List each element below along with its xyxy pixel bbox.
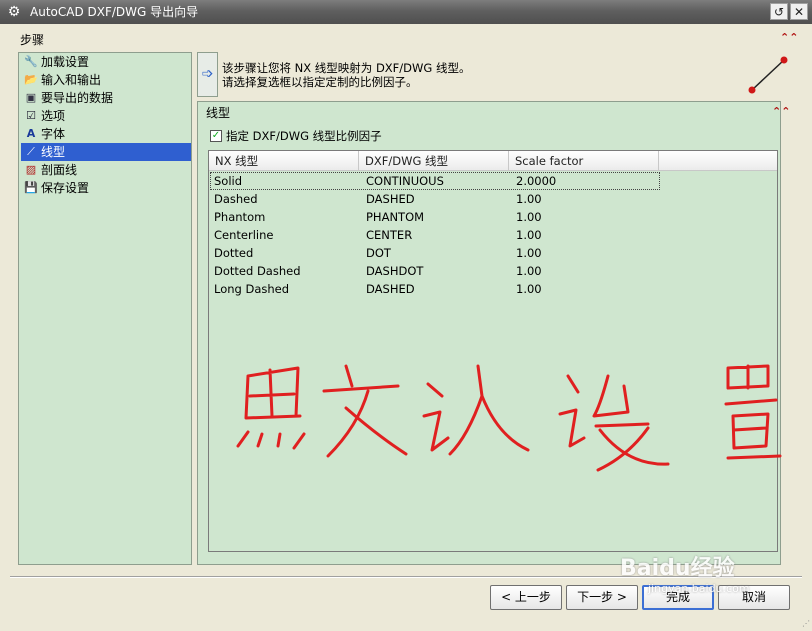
column-header-dxf-linetype[interactable]: DXF/DWG 线型	[359, 151, 509, 171]
table-row[interactable]: Dashed DASHED 1.00	[210, 190, 660, 208]
cell-dxf-linetype: PHANTOM	[366, 210, 425, 224]
description-line: 请选择复选框以指定定制的比例因子。	[222, 75, 418, 89]
close-icon[interactable]: ✕	[790, 3, 808, 20]
steps-heading: 步骤	[20, 33, 45, 47]
header-filler	[659, 151, 777, 171]
hatch-icon: ▨	[25, 163, 37, 176]
baidu-watermark: Baidu经验	[620, 556, 735, 581]
step-label: 剖面线	[41, 163, 78, 177]
cell-nx-linetype: Long Dashed	[214, 282, 290, 296]
cell-scale-factor[interactable]: 1.00	[516, 226, 542, 244]
reset-icon[interactable]: ↺	[770, 3, 788, 20]
cell-dxf-linetype: DASHDOT	[366, 264, 424, 278]
cell-scale-factor[interactable]: 1.00	[516, 262, 542, 280]
line-icon: ⟋	[27, 145, 35, 158]
table-row[interactable]: Centerline CENTER 1.00	[210, 226, 660, 244]
step-hatching[interactable]: ▨ 剖面线	[21, 161, 191, 179]
step-save-settings[interactable]: 💾 保存设置	[21, 179, 191, 197]
cell-dxf-linetype: CONTINUOUS	[366, 174, 444, 188]
step-load-settings[interactable]: 🔧 加载设置	[21, 53, 191, 71]
cell-nx-linetype: Centerline	[214, 228, 274, 242]
baidu-watermark-url: jingyan.baidu.com	[648, 582, 750, 595]
column-header-nx-linetype[interactable]: NX 线型	[209, 151, 359, 171]
step-options[interactable]: ☑ 选项	[21, 107, 191, 125]
step-label: 线型	[41, 145, 66, 159]
collapse-icon[interactable]: ⌃⌃	[780, 32, 798, 44]
step-label: 字体	[41, 127, 66, 141]
scale-factor-checkbox[interactable]: ✓	[210, 130, 222, 142]
table-header: NX 线型 DXF/DWG 线型 Scale factor	[209, 151, 777, 171]
step-label: 保存设置	[41, 181, 90, 195]
cell-scale-factor[interactable]: 1.00	[516, 244, 542, 262]
cell-nx-linetype: Dashed	[214, 192, 258, 206]
step-data-to-export[interactable]: ▣ 要导出的数据	[21, 89, 191, 107]
back-button[interactable]: < 上一步	[490, 585, 562, 610]
cell-dxf-linetype: CENTER	[366, 228, 413, 242]
step-linetypes[interactable]: ⟋ 线型	[21, 143, 191, 161]
table-row[interactable]: Solid CONTINUOUS 2.0000	[210, 172, 660, 190]
cell-nx-linetype: Solid	[214, 174, 243, 188]
title-bar: ⚙ AutoCAD DXF/DWG 导出向导 ↺ ✕	[0, 0, 812, 24]
step-label: 选项	[41, 109, 66, 123]
folder-open-icon: 📂	[24, 73, 38, 86]
step-description: 该步骤让您将 NX 线型映射为 DXF/DWG 线型。 请选择复选框以指定定制的…	[222, 61, 470, 89]
step-label: 加载设置	[41, 55, 90, 69]
table-row[interactable]: Phantom PHANTOM 1.00	[210, 208, 660, 226]
handwritten-annotation	[236, 364, 782, 472]
step-label: 输入和输出	[41, 73, 102, 87]
next-button[interactable]: 下一步 >	[566, 585, 638, 610]
cell-scale-factor[interactable]: 1.00	[516, 280, 542, 298]
linetype-preview-icon	[748, 56, 788, 94]
cell-scale-factor[interactable]: 1.00	[516, 208, 542, 226]
table-row[interactable]: Dotted Dashed DASHDOT 1.00	[210, 262, 660, 280]
cell-scale-factor[interactable]: 2.0000	[516, 173, 556, 189]
wrench-icon: 🔧	[24, 55, 38, 68]
description-line: 该步骤让您将 NX 线型映射为 DXF/DWG 线型。	[222, 61, 471, 75]
cell-nx-linetype: Dotted Dashed	[214, 264, 301, 278]
cell-dxf-linetype: DOT	[366, 246, 391, 260]
window-title: AutoCAD DXF/DWG 导出向导	[30, 5, 199, 19]
arrow-right-icon: ➩	[197, 52, 218, 97]
gear-icon: ⚙	[7, 4, 21, 20]
cell-dxf-linetype: DASHED	[366, 282, 415, 296]
step-fonts[interactable]: A 字体	[21, 125, 191, 143]
scale-factor-checkbox-label: 指定 DXF/DWG 线型比例因子	[226, 129, 382, 143]
cell-nx-linetype: Dotted	[214, 246, 254, 260]
font-icon: A	[26, 127, 36, 140]
save-icon: 💾	[24, 181, 38, 194]
checklist-icon: ☑	[26, 109, 36, 122]
resize-grip-icon[interactable]: ⋰	[802, 620, 810, 628]
linetype-heading: 线型	[206, 106, 231, 120]
cell-nx-linetype: Phantom	[214, 210, 266, 224]
collapse-icon[interactable]: ⌃⌃	[772, 106, 790, 118]
cell-scale-factor[interactable]: 1.00	[516, 190, 542, 208]
steps-list: 🔧 加载设置 📂 输入和输出 ▣ 要导出的数据 ☑ 选项 A 字体 ⟋ 线型 ▨…	[18, 52, 192, 565]
window-icon: ▣	[25, 91, 37, 104]
cell-dxf-linetype: DASHED	[366, 192, 415, 206]
column-header-scale-factor[interactable]: Scale factor	[509, 151, 659, 171]
table-row[interactable]: Dotted DOT 1.00	[210, 244, 660, 262]
step-label: 要导出的数据	[41, 91, 114, 105]
step-input-output[interactable]: 📂 输入和输出	[21, 71, 191, 89]
table-row[interactable]: Long Dashed DASHED 1.00	[210, 280, 660, 298]
